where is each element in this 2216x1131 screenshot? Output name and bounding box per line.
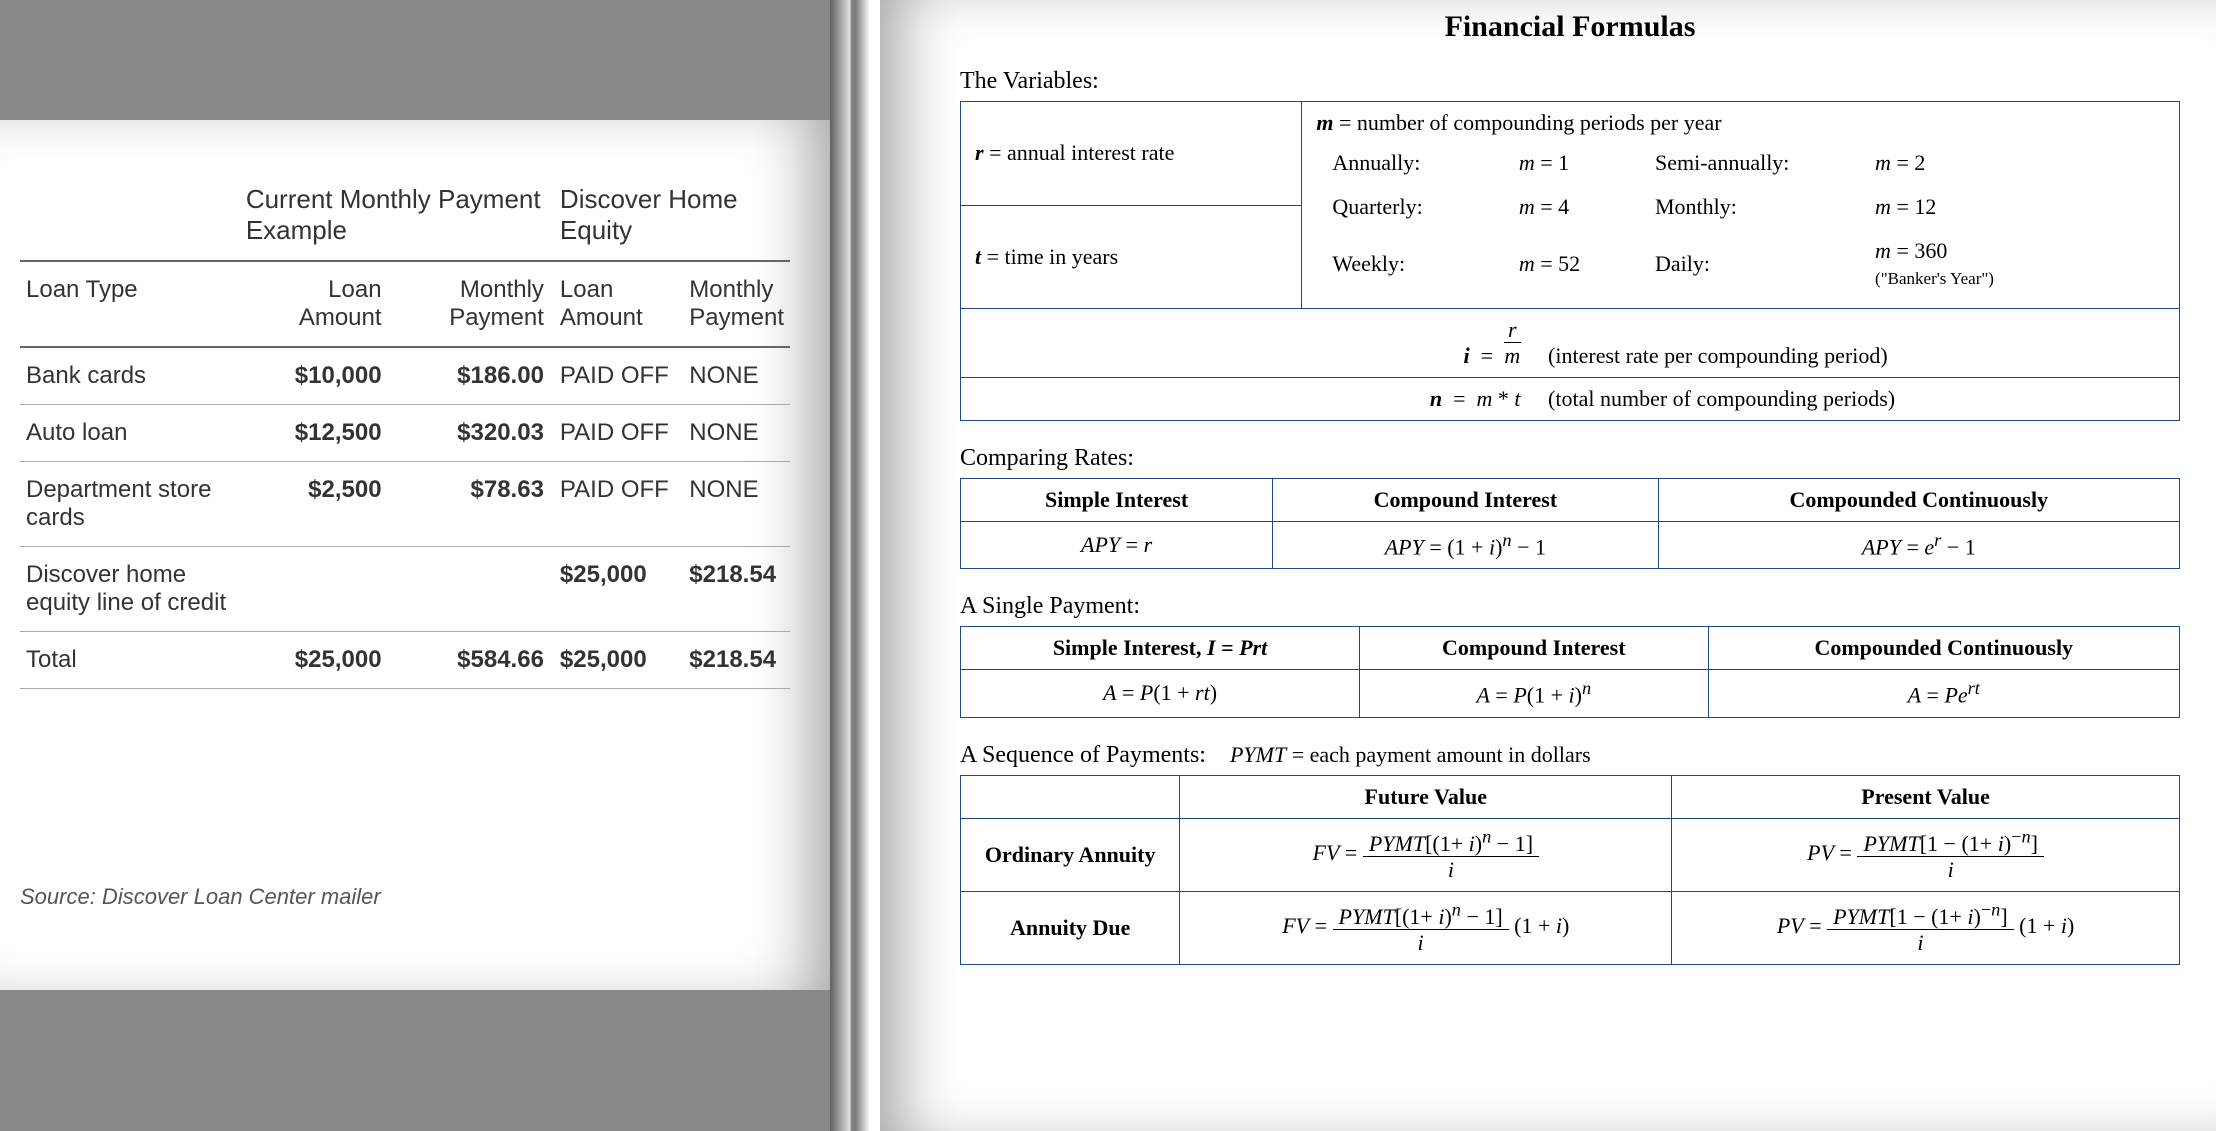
loan-comparison-document: Current Monthly Payment Example Discover… [0,120,830,990]
table-row: Auto loan $12,500 $320.03 PAID OFF NONE [20,405,790,462]
i-definition: (interest rate per compounding period) [1548,343,2143,369]
section-variables: The Variables: [960,68,2180,95]
formulas-title: Financial Formulas [960,10,2180,44]
table-row: Bank cards $10,000 $186.00 PAID OFF NONE [20,347,790,405]
source-citation: Source: Discover Loan Center mailer [20,884,381,910]
right-page: Financial Formulas The Variables: r = an… [880,0,2216,1131]
left-page-background: Current Monthly Payment Example Discover… [0,0,830,1131]
col-loan-amount-2: LoanAmount [554,261,683,347]
group-header-equity: Discover Home Equity [554,170,790,261]
annuity-table: Future Value Present Value Ordinary Annu… [960,775,2180,966]
loan-comparison-table: Current Monthly Payment Example Discover… [20,170,790,689]
table-row: Department store cards $2,500 $78.63 PAI… [20,462,790,547]
n-definition: (total number of compounding periods) [1548,386,2143,412]
group-header-current: Current Monthly Payment Example [240,170,554,261]
single-payment-table: Simple Interest, I = Prt Compound Intere… [960,626,2180,717]
rates-table: Simple Interest Compound Interest Compou… [960,478,2180,569]
col-loan-type: Loan Type [20,261,240,347]
section-single-payment: A Single Payment: [960,593,2180,620]
table-row-total: Total $25,000 $584.66 $25,000 $218.54 [20,632,790,689]
table-row: Discover home equity line of credit $25,… [20,547,790,632]
section-sequence-payments: A Sequence of Payments: PYMT = each paym… [960,742,2180,769]
variables-table: r = annual interest rate m = number of c… [960,101,2180,421]
col-monthly-payment-1: MonthlyPayment [402,261,554,347]
page-gutter [830,0,880,1131]
section-comparing-rates: Comparing Rates: [960,445,2180,472]
col-monthly-payment-2: MonthlyPayment [683,261,790,347]
col-loan-amount-1: LoanAmount [240,261,402,347]
